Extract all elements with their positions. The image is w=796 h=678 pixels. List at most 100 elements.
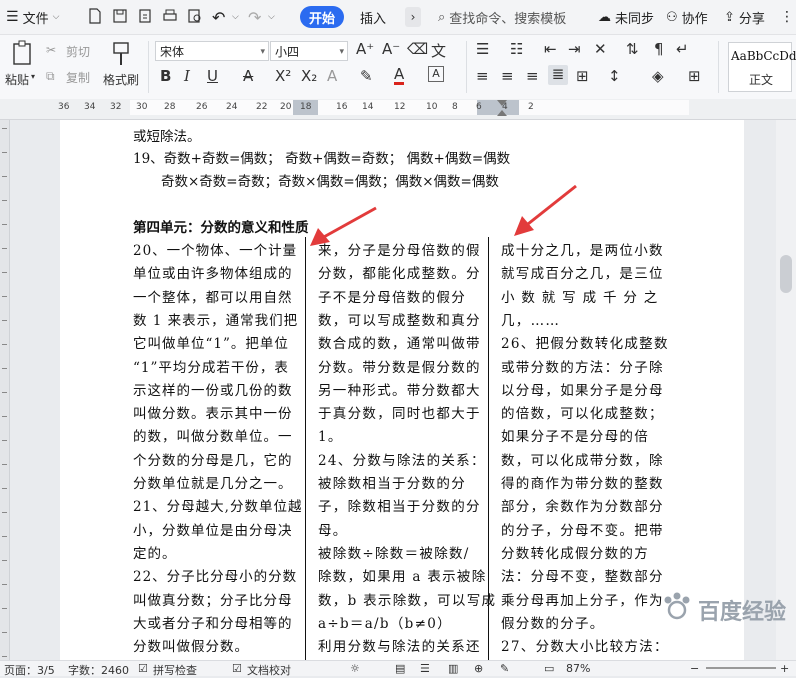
clear-format-icon[interactable]: ⌫ <box>407 40 428 58</box>
tab-insert[interactable]: 插入 <box>360 6 386 28</box>
save-icon[interactable] <box>112 8 128 24</box>
menu-button[interactable]: ☰ 文件 ⌵ <box>6 6 59 28</box>
redo-icon[interactable]: ↷ <box>248 6 261 28</box>
numbering-icon[interactable]: ☷ <box>510 40 523 58</box>
ruler-label: 34 <box>84 102 96 112</box>
export-pdf-icon[interactable] <box>137 8 153 24</box>
paste-button[interactable]: 粘贴 <box>5 71 29 88</box>
chinese-layout-icon[interactable]: ✕ <box>594 40 607 58</box>
format-painter-button[interactable]: 格式刷 <box>103 71 139 88</box>
more-options-icon[interactable]: ⋮ <box>780 6 794 28</box>
highlight-icon[interactable]: ✎ <box>360 67 373 85</box>
word-count[interactable]: 字数：2460 <box>68 662 129 678</box>
vertical-scrollbar[interactable] <box>776 120 796 660</box>
font-color-icon[interactable]: A <box>394 67 405 85</box>
bullets-icon[interactable]: ☰ <box>476 40 489 58</box>
line-spacing-icon[interactable]: ↕ <box>608 67 621 85</box>
share-button[interactable]: ⇪ 分享 <box>724 6 765 28</box>
eye-protection-icon[interactable]: ☼ <box>350 662 360 675</box>
paste-dropdown-icon[interactable]: ▾ <box>31 72 35 81</box>
text-line: 被除数相当于分数的分 <box>318 476 466 492</box>
proofread-icon[interactable]: ☑ <box>232 662 242 675</box>
new-document-icon[interactable] <box>87 8 103 24</box>
bold-icon[interactable]: B <box>160 67 171 85</box>
zoom-in-icon[interactable]: + <box>780 662 789 675</box>
text-line: 就写成百分之几，是三位 <box>501 266 664 283</box>
hanging-indent-marker[interactable] <box>497 110 507 116</box>
print-preview-icon[interactable] <box>187 8 203 24</box>
text-line: 得的商作为带分数的整数 <box>501 476 664 492</box>
phonetic-guide-icon[interactable]: 文 <box>431 40 446 61</box>
ruler-tick <box>2 176 7 177</box>
text-line: 分数单位就是几分之一。 <box>133 476 293 492</box>
font-name-select[interactable]: 宋体 ▾ <box>155 41 269 61</box>
grow-font-icon[interactable]: A⁺ <box>356 40 374 58</box>
borders-icon[interactable]: ⊞ <box>688 67 701 85</box>
copy-button[interactable]: 复制 <box>66 69 90 86</box>
spell-check-icon[interactable]: ☑ <box>138 662 148 675</box>
shading-icon[interactable]: ◈ <box>652 67 664 85</box>
char-border-icon[interactable]: A <box>428 66 444 82</box>
collaborate-button[interactable]: ⚇ 协作 <box>666 6 708 28</box>
justify-icon[interactable]: ≣ <box>548 65 568 85</box>
undo-icon[interactable]: ↶ <box>212 6 225 28</box>
align-left-icon[interactable]: ≡ <box>476 67 489 85</box>
read-view-icon[interactable]: ▥ <box>448 662 458 675</box>
page-view-icon[interactable]: ▤ <box>395 662 405 675</box>
subscript-icon[interactable]: X₂ <box>301 67 317 85</box>
document-page[interactable]: 或短除法。 19、奇数+奇数=偶数； 奇数+偶数=奇数； 偶数+偶数=偶数 奇数… <box>60 120 744 660</box>
section-heading: 第四单元：分数的意义和性质 <box>133 220 309 236</box>
copy-icon[interactable]: ⧉ <box>46 69 55 84</box>
web-view-icon[interactable]: ⊕ <box>474 662 483 675</box>
outline-view-icon[interactable]: ☰ <box>420 662 430 675</box>
print-icon[interactable] <box>162 8 178 24</box>
cut-icon[interactable]: ✂ <box>46 43 56 57</box>
increase-indent-icon[interactable]: ⇥ <box>568 40 581 58</box>
show-marks-icon[interactable]: ¶ <box>654 40 664 58</box>
page-indicator[interactable]: 页面：3/5 <box>4 662 55 678</box>
more-tabs-button[interactable]: › <box>405 7 421 27</box>
spell-check-label[interactable]: 拼写检查 <box>153 662 197 678</box>
sync-label: 未同步 <box>615 11 655 27</box>
superscript-icon[interactable]: X² <box>275 67 291 85</box>
style-normal[interactable]: AaBbCcDd 正文 <box>728 42 796 92</box>
sync-status-button[interactable]: ☁ 未同步 <box>598 6 654 28</box>
ruler-labels: 36 34 32 30 28 26 24 22 20 18 16 14 12 10 8 6 4 2 <box>0 99 796 119</box>
first-line-indent-marker[interactable] <box>497 100 507 106</box>
zoom-level[interactable]: 87% <box>566 662 590 675</box>
align-center-icon[interactable]: ≡ <box>501 67 514 85</box>
decrease-indent-icon[interactable]: ⇤ <box>544 40 557 58</box>
writing-mode-icon[interactable]: ✎ <box>500 662 509 675</box>
tab-start[interactable]: 开始 <box>300 6 344 28</box>
font-size-select[interactable]: 小四 ▾ <box>270 41 348 61</box>
format-painter-icon[interactable] <box>110 40 132 68</box>
text-line: 部分，余数作为分数部分 <box>501 499 664 516</box>
text-effects-icon[interactable]: A <box>327 67 337 85</box>
ruler-tick <box>2 272 7 273</box>
separator <box>466 41 467 93</box>
zoom-out-icon[interactable]: − <box>690 662 699 675</box>
sort-icon[interactable]: ⇅ <box>626 40 639 58</box>
scrollbar-thumb[interactable] <box>780 255 792 293</box>
vertical-ruler[interactable] <box>0 120 10 660</box>
text-line: 26、把假分数转化成整数 <box>501 336 669 353</box>
ruler-tick <box>2 512 7 513</box>
quick-access-dropdown-icon[interactable]: ⌵ <box>268 6 275 28</box>
collaborate-icon: ⚇ <box>666 9 678 25</box>
zoom-slider[interactable] <box>706 667 776 669</box>
paste-icon[interactable] <box>11 40 35 68</box>
align-right-icon[interactable]: ≡ <box>526 67 539 85</box>
distribute-icon[interactable]: ⊞ <box>576 67 589 85</box>
command-search[interactable]: ⌕ 查找命令、搜索模板 <box>438 6 566 28</box>
text-line: 另一种形式。带分数都大 <box>318 382 481 399</box>
para-marks-icon[interactable]: ↵ <box>676 40 689 58</box>
shrink-font-icon[interactable]: A⁻ <box>382 40 400 58</box>
italic-icon[interactable]: I <box>184 67 190 85</box>
zoom-fit-icon[interactable]: ▭ <box>544 662 554 675</box>
text-line: 奇数×奇数=奇数；奇数×偶数=偶数；偶数×偶数=偶数 <box>161 174 499 190</box>
strikethrough-icon[interactable]: A <box>243 67 253 85</box>
underline-icon[interactable]: U <box>207 67 218 85</box>
undo-dropdown-icon[interactable]: ⌵ <box>232 6 239 28</box>
proofread-label[interactable]: 文档校对 <box>247 662 291 678</box>
cut-button[interactable]: 剪切 <box>66 43 90 60</box>
